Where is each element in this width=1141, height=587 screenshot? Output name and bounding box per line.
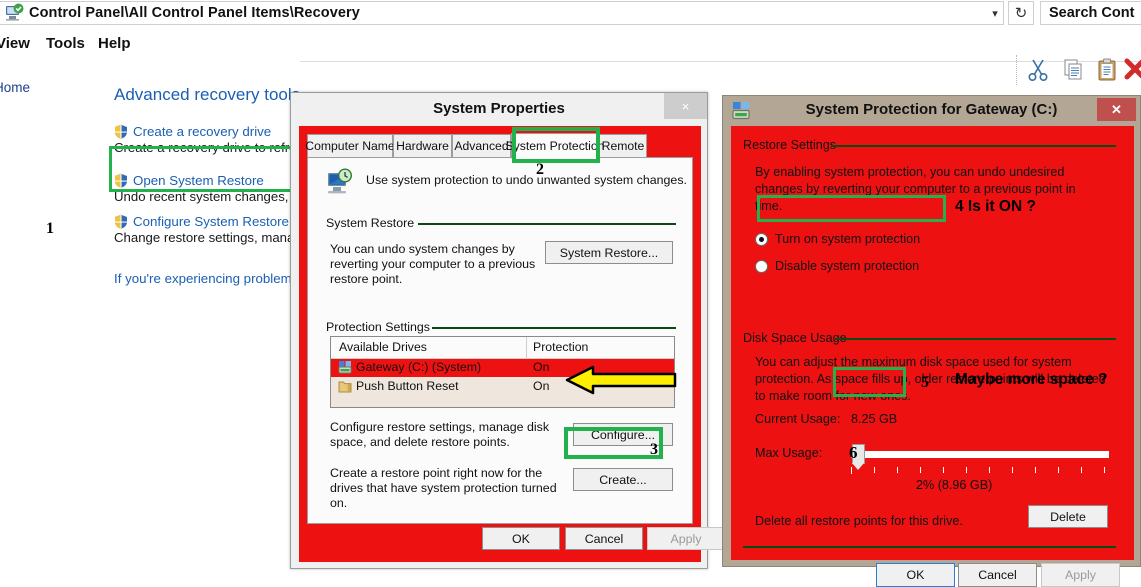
group-divider [432, 327, 676, 329]
system-protection-body: Restore Settings By enabling system prot… [731, 126, 1134, 587]
chevron-down-icon[interactable]: ▾ [985, 3, 1005, 23]
radio-turn-on-system-protection[interactable]: Turn on system protection [755, 232, 920, 246]
system-protection-dialog: System Protection for Gateway (C:) ✕ Res… [722, 95, 1141, 587]
system-protection-tab-panel: Use system protection to undo unwanted s… [307, 157, 693, 524]
ok-button[interactable]: OK [876, 563, 955, 587]
highlight-configure-button [564, 427, 663, 459]
group-divider [835, 338, 1116, 340]
highlight-current-usage [833, 367, 906, 397]
tab-intro-text: Use system protection to undo unwanted s… [366, 173, 687, 187]
tab-strip: Computer Name Hardware Advanced System P… [305, 133, 693, 159]
create-button[interactable]: Create... [573, 468, 673, 491]
system-restore-description: You can undo system changes by reverting… [330, 242, 536, 286]
footer-divider [743, 546, 1116, 548]
dialog-title: System Properties [433, 100, 565, 117]
radio-icon-checked[interactable] [755, 232, 768, 246]
current-usage-label: Current Usage: [755, 412, 841, 426]
search-input[interactable]: Search Cont [1040, 1, 1141, 25]
callout-1: 1 [46, 220, 54, 237]
column-header-drives: Available Drives [339, 340, 427, 354]
tab-hardware[interactable]: Hardware [393, 134, 452, 158]
highlight-turn-on-protection [757, 195, 946, 222]
highlight-configure-system-restore [109, 146, 296, 192]
yellow-arrow-annotation [565, 363, 677, 397]
tool-link-label: Configure System Restore [133, 214, 289, 229]
radio-disable-system-protection[interactable]: Disable system protection [755, 259, 919, 273]
address-text: Control Panel\All Control Panel Items\Re… [29, 5, 360, 21]
refresh-icon[interactable]: ↻ [1008, 1, 1034, 25]
system-properties-footer: OK Cancel Apply [307, 527, 725, 555]
paste-icon[interactable] [1094, 57, 1122, 83]
max-usage-value: 2% (8.96 GB) [916, 478, 993, 492]
delete-button[interactable]: Delete [1028, 505, 1108, 528]
tool-link-label: Create a recovery drive [133, 124, 272, 139]
delete-icon[interactable] [1122, 57, 1141, 83]
apply-button: Apply [647, 527, 725, 550]
address-input[interactable]: Control Panel\All Control Panel Items\Re… [0, 1, 1004, 25]
drive-name: Push Button Reset [356, 379, 459, 393]
recovery-icon [3, 3, 25, 23]
close-icon[interactable]: × [664, 93, 707, 119]
group-divider [418, 223, 676, 225]
callout-5-number: 5 [921, 374, 929, 391]
column-header-protection: Protection [533, 340, 589, 354]
close-icon[interactable]: ✕ [1097, 98, 1136, 121]
system-properties-dialog: System Properties × Computer Name Hardwa… [290, 92, 725, 569]
tab-advanced[interactable]: Advanced [452, 134, 511, 158]
system-restore-group-label: System Restore [326, 216, 420, 230]
delete-description: Delete all restore points for this drive… [755, 514, 963, 528]
configure-description: Configure restore settings, manage disk … [330, 420, 550, 449]
toolbar-separator [1016, 55, 1018, 85]
current-usage-value: 8.25 GB [851, 412, 898, 426]
dialog-title: System Protection for Gateway (C:) [805, 101, 1058, 118]
menu-item-help[interactable]: Help [98, 32, 131, 56]
radio-label: Turn on system protection [775, 232, 921, 246]
drive-protection: On [533, 379, 550, 393]
apply-button: Apply [1041, 563, 1120, 587]
callout-5-text: Maybe more space ? [955, 371, 1108, 388]
system-properties-titlebar: System Properties × [291, 93, 707, 126]
copy-icon[interactable] [1060, 57, 1088, 83]
menu-bar: View Tools Help [0, 27, 1141, 85]
protection-settings-group-label: Protection Settings [326, 320, 436, 334]
create-description: Create a restore point right now for the… [330, 466, 557, 510]
drives-list-header: Available Drives Protection [331, 337, 674, 359]
callout-4: 4 Is it ON ? [955, 198, 1036, 215]
shield-icon [114, 214, 128, 229]
max-usage-slider-track[interactable] [851, 451, 1109, 458]
callout-3: 3 [650, 441, 658, 458]
restore-settings-group-label: Restore Settings [743, 138, 843, 152]
system-restore-button[interactable]: System Restore... [545, 241, 673, 264]
tab-remote[interactable]: Remote [599, 134, 647, 158]
radio-label: Disable system protection [775, 259, 920, 273]
group-divider [831, 145, 1116, 147]
cut-icon[interactable] [1024, 57, 1052, 83]
drive-protection: On [533, 360, 550, 374]
max-usage-label: Max Usage: [755, 446, 823, 460]
system-protection-titlebar: System Protection for Gateway (C:) ✕ [723, 96, 1140, 126]
cancel-button[interactable]: Cancel [958, 563, 1037, 587]
folder-drive-icon [338, 379, 352, 394]
shield-icon [114, 124, 128, 139]
radio-icon-unchecked[interactable] [755, 259, 768, 273]
menu-item-view[interactable]: View [0, 32, 30, 56]
cancel-button[interactable]: Cancel [565, 527, 643, 550]
system-properties-body: Computer Name Hardware Advanced System P… [299, 126, 725, 562]
computer-clock-icon [322, 168, 356, 198]
search-placeholder: Search Cont [1049, 5, 1135, 21]
drive-name: Gateway (C:) (System) [356, 360, 482, 374]
ok-button[interactable]: OK [482, 527, 560, 550]
callout-6: 6 [849, 443, 858, 462]
highlight-system-protection-tab [512, 127, 600, 163]
callout-2: 2 [536, 161, 544, 178]
system-drive-icon [338, 360, 352, 375]
home-link[interactable]: Home [0, 80, 30, 95]
page-title: Advanced recovery tools [114, 85, 301, 104]
column-divider[interactable] [526, 337, 527, 359]
recovery-content-pane: Home Advanced recovery tools Create a re… [0, 61, 310, 577]
address-bar: Control Panel\All Control Panel Items\Re… [0, 0, 1141, 28]
tab-computer-name[interactable]: Computer Name [305, 134, 395, 158]
menu-item-tools[interactable]: Tools [46, 32, 85, 56]
slider-ticks [851, 467, 1109, 474]
